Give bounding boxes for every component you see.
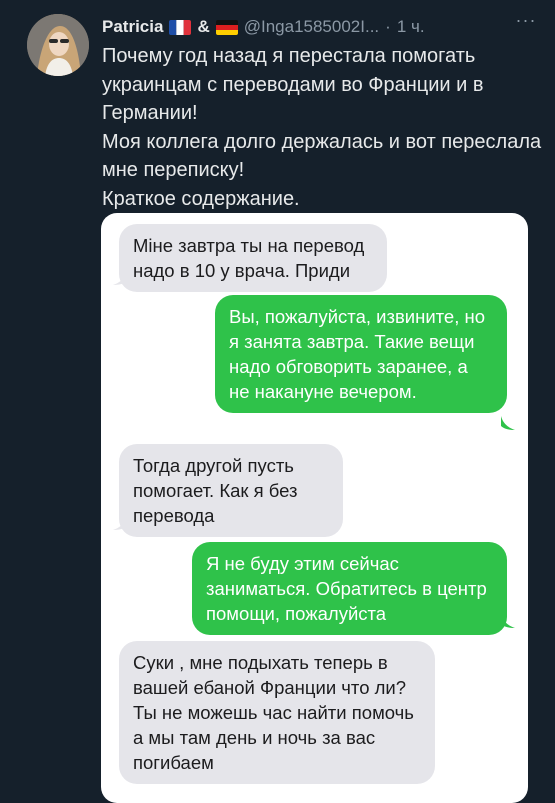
separator-dot: · — [385, 17, 391, 36]
tweet-line: Краткое содержание. — [102, 187, 300, 210]
tweet-line: Почему год назад я перестала помогать ук… — [102, 45, 484, 124]
outgoing-message: Я не буду этим сейчас заниматься. Обрати… — [192, 542, 507, 635]
attached-screenshot[interactable]: Міне завтра ты на перевод надо в 10 у вр… — [101, 213, 528, 803]
germany-flag-icon — [215, 19, 238, 35]
name-connector: & — [197, 17, 210, 36]
incoming-message: Міне завтра ты на перевод надо в 10 у вр… — [119, 224, 387, 292]
author-handle[interactable]: @Inga1585002I... — [244, 17, 379, 37]
tweet-line: Моя коллега долго держалась и вот пересл… — [102, 130, 542, 182]
bubble-tail-icon — [113, 271, 127, 285]
more-options-icon[interactable]: ··· — [513, 11, 539, 32]
avatar-image — [27, 14, 89, 76]
tweet-timestamp[interactable]: 1 ч. — [397, 17, 425, 37]
france-flag-icon — [169, 19, 192, 35]
incoming-message: Тогда другой пусть помогает. Как я без п… — [119, 444, 343, 537]
tweet-text: Почему год назад я перестала помогать ук… — [102, 42, 547, 213]
bubble-tail-icon — [501, 614, 515, 628]
outgoing-message: Вы, пожалуйста, извините, но я занята за… — [215, 295, 507, 413]
bubble-tail-icon — [113, 516, 127, 530]
incoming-message: Суки , мне подыхать теперь в вашей ебано… — [119, 641, 435, 784]
avatar[interactable] — [27, 14, 89, 76]
tweet[interactable]: Patricia & @Inga1585002I... · 1 ч. ··· П… — [0, 0, 555, 803]
author-name[interactable]: Patricia — [102, 17, 163, 37]
tweet-header: Patricia & @Inga1585002I... · 1 ч. — [102, 14, 542, 40]
bubble-tail-icon — [501, 416, 515, 430]
